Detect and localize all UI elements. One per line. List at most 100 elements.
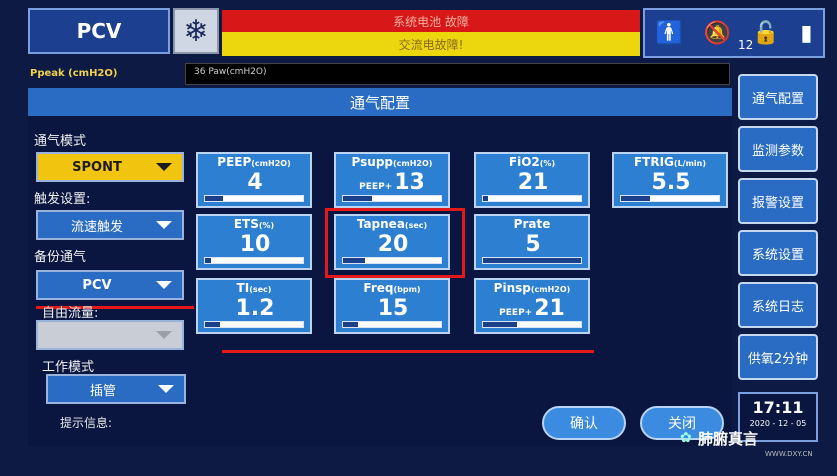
param-label: Prate	[476, 217, 588, 233]
param-unit: (cmH2O)	[251, 159, 291, 168]
watermark-sub: WWW.DXY.CN	[765, 450, 813, 458]
param-label: FiO2(%)	[476, 155, 588, 171]
ventilation-config-panel: 通气配置 通气模式 SPONT 触发设置: 流速触发 备份通气 PCV 自由流量…	[28, 88, 732, 446]
param-unit: (L/min)	[673, 159, 707, 168]
param-value: 5	[525, 232, 541, 257]
param-name: FiO2	[508, 155, 540, 169]
vent-mode-dropdown[interactable]: SPONT	[36, 152, 184, 182]
param-level-fill	[621, 196, 651, 201]
param-level-fill	[343, 196, 373, 201]
param-tile-ftrig[interactable]: FTRIG(L/min) 5.5	[612, 152, 728, 208]
free-flow-label: 自由流量:	[42, 306, 99, 321]
param-tile-peep[interactable]: PEEP(cmH2O) 4	[196, 152, 312, 208]
param-label: Psupp(cmH2O)	[336, 155, 448, 171]
param-value: 15	[377, 296, 409, 321]
param-level-bar	[204, 321, 304, 328]
param-label: TI(sec)	[198, 281, 310, 297]
battery-icon: ▮	[800, 20, 813, 46]
ventilator-screen: PCV ❄ 系统电池 故障 交流电故障! 🚹 🔕 🔓 ▮ 12 Ppeak (c…	[0, 0, 837, 476]
param-name: Freq	[363, 281, 394, 295]
param-label: ETS(%)	[198, 217, 310, 233]
param-name: Pinsp	[493, 281, 531, 295]
wechat-icon: ✿	[680, 430, 692, 446]
param-name: TI	[236, 281, 250, 295]
param-tile-psupp[interactable]: Psupp(cmH2O) PEEP+13	[334, 152, 450, 208]
tab-monitor-params[interactable]: 监测参数	[738, 126, 818, 172]
param-unit: (%)	[258, 221, 275, 230]
param-level-bar	[342, 321, 442, 328]
mode-text: PCV	[76, 19, 122, 43]
param-unit: (sec)	[249, 285, 272, 294]
alarm-bar-high[interactable]: 系统电池 故障	[222, 10, 640, 32]
param-tile-ets[interactable]: ETS(%) 10	[196, 214, 312, 270]
tab-alarm-settings[interactable]: 报警设置	[738, 178, 818, 224]
param-name: Psupp	[351, 155, 393, 169]
param-name: PEEP	[217, 155, 252, 169]
ventilation-mode-indicator[interactable]: PCV	[28, 8, 170, 54]
param-label: Pinsp(cmH2O)	[476, 281, 588, 297]
alarm-medium-text: 交流电故障!	[398, 37, 464, 52]
param-tile-prate[interactable]: Prate 5	[474, 214, 590, 270]
vent-mode-value: SPONT	[72, 159, 122, 175]
param-prefix: PEEP+	[499, 308, 533, 318]
param-level-fill	[483, 322, 518, 327]
tab-o2-2min[interactable]: 供氧2分钟	[738, 334, 818, 380]
tab-vent-config[interactable]: 通气配置	[738, 74, 818, 120]
backup-dropdown[interactable]: PCV	[36, 270, 184, 300]
waveform-label: 36 Paw(cmH2O)	[194, 67, 267, 77]
chevron-down-icon	[158, 385, 174, 393]
work-mode-value: 插管	[89, 383, 116, 399]
param-level-fill	[205, 258, 211, 263]
chevron-down-icon	[156, 221, 172, 229]
param-value: 21	[517, 170, 549, 195]
param-label: Freq(bpm)	[336, 281, 448, 297]
chevron-down-icon	[156, 331, 172, 339]
param-tile-fio2[interactable]: FiO2(%) 21	[474, 152, 590, 208]
param-unit: (cmH2O)	[530, 285, 571, 294]
chevron-down-icon	[156, 163, 172, 171]
param-value: 21	[534, 296, 565, 321]
snowflake-icon[interactable]: ❄	[173, 8, 219, 54]
chevron-down-icon	[156, 281, 172, 289]
param-level-fill	[205, 322, 220, 327]
param-tile-freq[interactable]: Freq(bpm) 15	[334, 278, 450, 334]
ppeak-label: Ppeak (cmH2O)	[30, 68, 118, 79]
param-value: 13	[394, 170, 425, 195]
waveform-strip: 36 Paw(cmH2O)	[185, 63, 730, 85]
alarm-silence-icon[interactable]: 🔕	[704, 21, 731, 46]
param-value: 10	[239, 232, 271, 257]
status-icons: 🚹 🔕 🔓 ▮ 12	[643, 8, 825, 58]
tab-system-log[interactable]: 系统日志	[738, 282, 818, 328]
param-label: PEEP(cmH2O)	[198, 155, 310, 171]
silence-count: 12	[738, 38, 754, 52]
param-level-fill	[205, 196, 223, 201]
alarm-high-text: 系统电池 故障	[393, 14, 469, 29]
clock-time: 17:11	[752, 398, 804, 417]
trigger-label: 触发设置:	[34, 192, 91, 207]
param-unit: (bpm)	[393, 285, 421, 294]
watermark-text: 肺腑真言	[698, 430, 759, 448]
param-level-bar	[482, 195, 582, 202]
param-prefix: PEEP+	[359, 182, 393, 192]
alarm-bar-medium[interactable]: 交流电故障!	[222, 32, 640, 56]
annotation-highlight-box	[325, 208, 465, 278]
work-mode-label: 工作模式	[42, 360, 95, 375]
param-unit: (%)	[539, 159, 556, 168]
vent-mode-label: 通气模式	[34, 134, 87, 149]
backup-label: 备份通气	[34, 250, 87, 265]
param-name: Prate	[513, 217, 551, 231]
confirm-button[interactable]: 确认	[542, 406, 626, 440]
param-value: 5.5	[651, 170, 691, 195]
param-level-bar	[204, 257, 304, 264]
param-tile-ti[interactable]: TI(sec) 1.2	[196, 278, 312, 334]
param-tile-pinsp[interactable]: Pinsp(cmH2O) PEEP+21	[474, 278, 590, 334]
free-flow-dropdown	[36, 320, 184, 350]
work-mode-dropdown[interactable]: 插管	[46, 374, 186, 404]
param-level-bar	[204, 195, 304, 202]
tab-system-settings[interactable]: 系统设置	[738, 230, 818, 276]
trigger-dropdown[interactable]: 流速触发	[36, 210, 184, 240]
param-value: 4	[247, 170, 263, 195]
param-level-bar	[482, 321, 582, 328]
prompt-info: 提示信息:	[60, 416, 113, 430]
lock-icon[interactable]: 🔓	[752, 21, 779, 46]
